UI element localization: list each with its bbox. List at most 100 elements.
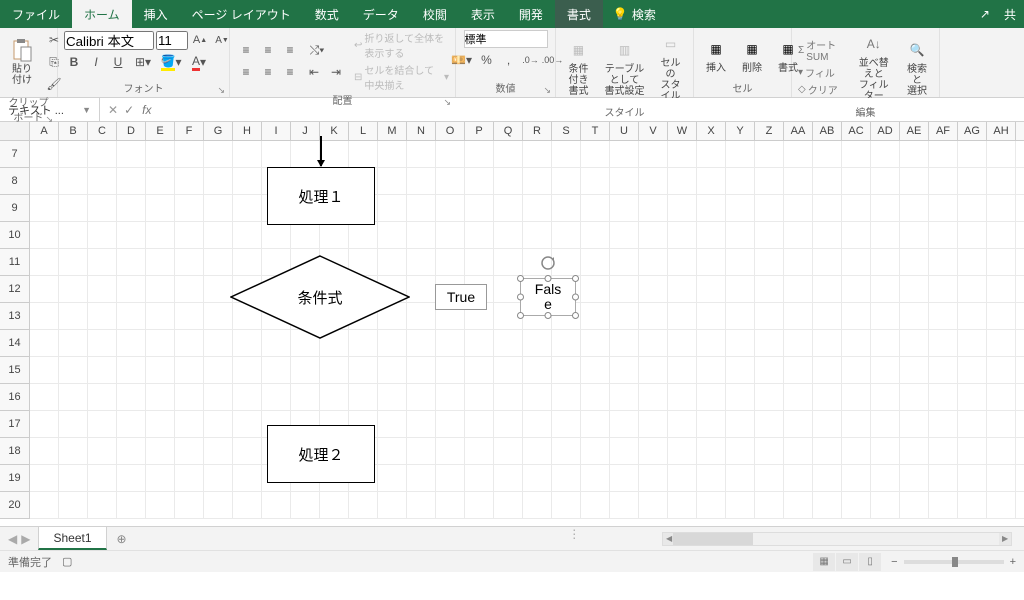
cell[interactable] bbox=[378, 330, 407, 357]
cell[interactable] bbox=[900, 249, 929, 276]
cell[interactable] bbox=[30, 438, 59, 465]
cell[interactable] bbox=[59, 411, 88, 438]
cell[interactable] bbox=[349, 195, 378, 222]
cell[interactable] bbox=[407, 303, 436, 330]
cell[interactable] bbox=[581, 384, 610, 411]
cell[interactable] bbox=[407, 384, 436, 411]
cell[interactable] bbox=[262, 492, 291, 519]
cell[interactable] bbox=[436, 168, 465, 195]
cell[interactable] bbox=[900, 222, 929, 249]
cell[interactable] bbox=[1016, 303, 1024, 330]
cell[interactable] bbox=[523, 276, 552, 303]
cell[interactable] bbox=[668, 276, 697, 303]
row-header[interactable]: 15 bbox=[0, 357, 30, 384]
cell[interactable] bbox=[320, 465, 349, 492]
align-center-button[interactable]: ≡ bbox=[258, 62, 278, 82]
cell[interactable] bbox=[146, 141, 175, 168]
cell[interactable] bbox=[581, 465, 610, 492]
cell[interactable] bbox=[117, 276, 146, 303]
cell[interactable] bbox=[523, 384, 552, 411]
cell[interactable] bbox=[784, 492, 813, 519]
cell[interactable] bbox=[146, 438, 175, 465]
cell[interactable] bbox=[697, 303, 726, 330]
cell[interactable] bbox=[30, 141, 59, 168]
cell[interactable] bbox=[407, 492, 436, 519]
cell[interactable] bbox=[233, 141, 262, 168]
cell[interactable] bbox=[726, 438, 755, 465]
cell[interactable] bbox=[233, 438, 262, 465]
row-header[interactable]: 19 bbox=[0, 465, 30, 492]
cell[interactable] bbox=[320, 168, 349, 195]
cell[interactable] bbox=[784, 411, 813, 438]
sheet-nav-prev[interactable]: ◀ bbox=[8, 532, 17, 546]
cell[interactable] bbox=[291, 222, 320, 249]
row-header[interactable]: 13 bbox=[0, 303, 30, 330]
cell[interactable] bbox=[436, 330, 465, 357]
align-left-button[interactable]: ≡ bbox=[236, 62, 256, 82]
cell[interactable] bbox=[233, 411, 262, 438]
cell[interactable] bbox=[30, 492, 59, 519]
cell[interactable] bbox=[1016, 249, 1024, 276]
column-header[interactable]: N bbox=[407, 122, 436, 141]
fx-label[interactable]: fx bbox=[142, 103, 157, 117]
italic-button[interactable]: I bbox=[86, 52, 106, 72]
cell[interactable] bbox=[697, 276, 726, 303]
cell[interactable] bbox=[668, 249, 697, 276]
cell[interactable] bbox=[668, 357, 697, 384]
cell[interactable] bbox=[813, 438, 842, 465]
cell[interactable] bbox=[146, 195, 175, 222]
cell[interactable] bbox=[262, 303, 291, 330]
percent-button[interactable]: % bbox=[477, 50, 497, 70]
cell[interactable] bbox=[784, 168, 813, 195]
align-middle-button[interactable]: ≡ bbox=[258, 40, 278, 60]
cell[interactable] bbox=[929, 357, 958, 384]
cell[interactable] bbox=[581, 195, 610, 222]
cell[interactable] bbox=[494, 438, 523, 465]
cell[interactable] bbox=[871, 249, 900, 276]
cell[interactable] bbox=[929, 222, 958, 249]
cell[interactable] bbox=[175, 330, 204, 357]
cell[interactable] bbox=[494, 249, 523, 276]
cell[interactable] bbox=[552, 249, 581, 276]
row-header[interactable]: 17 bbox=[0, 411, 30, 438]
cell[interactable] bbox=[175, 276, 204, 303]
cell[interactable] bbox=[59, 303, 88, 330]
cell[interactable] bbox=[958, 438, 987, 465]
cell[interactable] bbox=[813, 465, 842, 492]
cell[interactable] bbox=[30, 357, 59, 384]
cell[interactable] bbox=[755, 303, 784, 330]
merge-center-button[interactable]: ⊟セルを結合して中央揃え▾ bbox=[354, 62, 449, 92]
sheet-nav-next[interactable]: ▶ bbox=[21, 532, 30, 546]
cell[interactable] bbox=[958, 465, 987, 492]
cell[interactable] bbox=[204, 330, 233, 357]
column-header[interactable]: O bbox=[436, 122, 465, 141]
cell[interactable] bbox=[407, 249, 436, 276]
share-button[interactable]: ↗ bbox=[980, 7, 990, 21]
cell[interactable] bbox=[842, 195, 871, 222]
cell[interactable] bbox=[755, 195, 784, 222]
cell[interactable] bbox=[987, 465, 1016, 492]
cell[interactable] bbox=[784, 384, 813, 411]
column-header[interactable]: T bbox=[581, 122, 610, 141]
cell[interactable] bbox=[436, 357, 465, 384]
cell[interactable] bbox=[30, 303, 59, 330]
column-header[interactable]: AF bbox=[929, 122, 958, 141]
cell[interactable] bbox=[117, 438, 146, 465]
cell[interactable] bbox=[1016, 465, 1024, 492]
column-header[interactable]: B bbox=[59, 122, 88, 141]
bold-button[interactable]: B bbox=[64, 52, 84, 72]
cell[interactable] bbox=[987, 276, 1016, 303]
cell[interactable] bbox=[697, 168, 726, 195]
cell[interactable] bbox=[262, 222, 291, 249]
cell-styles-button[interactable]: ▭セルの スタイル bbox=[654, 30, 687, 104]
cell[interactable] bbox=[494, 411, 523, 438]
cell[interactable] bbox=[30, 330, 59, 357]
cell[interactable] bbox=[958, 249, 987, 276]
cell[interactable] bbox=[958, 141, 987, 168]
cell[interactable] bbox=[987, 222, 1016, 249]
cell[interactable] bbox=[987, 141, 1016, 168]
cell[interactable] bbox=[349, 411, 378, 438]
underline-button[interactable]: U bbox=[108, 52, 128, 72]
cell[interactable] bbox=[639, 384, 668, 411]
cell[interactable] bbox=[842, 168, 871, 195]
